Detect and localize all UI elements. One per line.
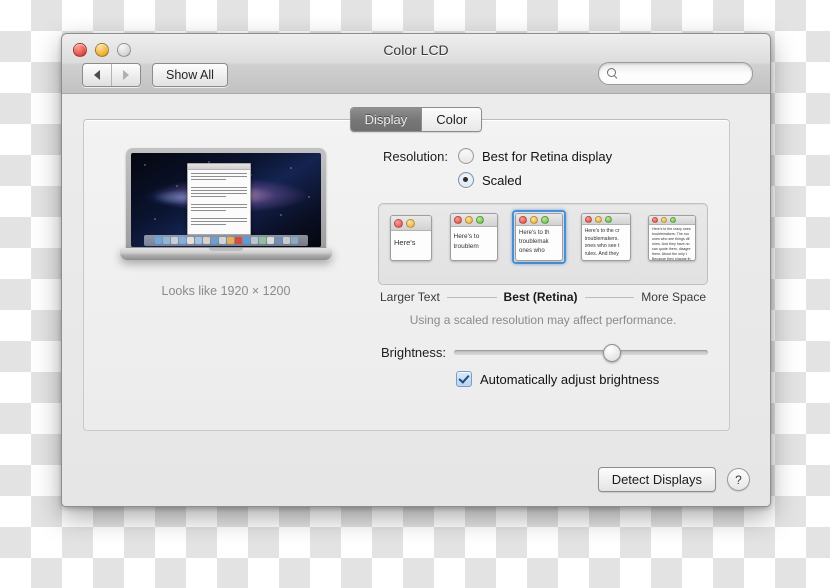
scale-label-best-retina: Best (Retina): [503, 290, 578, 304]
scale-label-larger-text: Larger Text: [380, 290, 440, 304]
window-title: Color LCD: [383, 42, 449, 58]
brightness-slider[interactable]: [454, 344, 708, 362]
window-titlebar[interactable]: Color LCD Show All: [62, 34, 770, 94]
search-icon: [607, 68, 618, 79]
preview-dock: [144, 235, 308, 246]
brightness-row: Brightness:: [362, 344, 708, 362]
scaled-resolution-chooser: Here's Here's to troublem Here's to th t…: [378, 203, 708, 304]
auto-brightness-checkbox[interactable]: [456, 371, 472, 387]
thumb2-line1: Here's to: [453, 233, 480, 240]
display-preferences-window: Color LCD Show All Display Color Looks l…: [61, 33, 771, 507]
looks-like-label: Looks like 1920 × 1200: [161, 284, 291, 298]
radio-best-for-retina-label: Best for Retina display: [482, 148, 613, 164]
display-settings-panel: Looks like 1920 × 1200 Resolution: Best …: [83, 119, 730, 431]
thumb4-line3: ones who see t: [584, 243, 620, 249]
brightness-slider-thumb[interactable]: [603, 344, 622, 362]
thumb3-line3: ones who: [519, 248, 545, 254]
radio-scaled-label: Scaled: [482, 172, 522, 188]
scale-rule-left: [446, 296, 497, 298]
brightness-slider-track[interactable]: [454, 350, 708, 355]
thumb3-line2: troublemak: [519, 239, 549, 245]
navigation-buttons: [82, 63, 141, 87]
forward-arrow-icon: [123, 70, 129, 80]
scaled-option-2[interactable]: Here's to troublem: [447, 210, 501, 264]
screenshot-canvas: Color LCD Show All Display Color Looks l…: [0, 0, 830, 588]
show-all-label: Show All: [166, 68, 214, 82]
tab-color[interactable]: Color: [421, 108, 482, 131]
resolution-label-spacer: [362, 172, 448, 173]
thumb1-line1: Here's: [394, 238, 416, 247]
search-input[interactable]: [623, 65, 742, 82]
macbook-illustration: [120, 148, 332, 268]
tab-bar: Display Color: [62, 107, 770, 132]
resolution-label: Resolution:: [382, 149, 448, 164]
window-body: Display Color Looks like 1920 × 1200 Res…: [62, 94, 770, 506]
radio-best-for-retina-control[interactable]: [458, 148, 474, 164]
back-arrow-icon: [94, 70, 100, 80]
scaled-option-larger-text[interactable]: Here's: [387, 212, 435, 264]
auto-brightness-label: Automatically adjust brightness: [480, 371, 660, 387]
help-button[interactable]: ?: [727, 468, 750, 491]
resolution-row-2: Scaled: [362, 172, 708, 188]
tab-display[interactable]: Display: [350, 108, 422, 131]
performance-note: Using a scaled resolution may affect per…: [409, 313, 677, 327]
thumb4-line1: Here's to the cr: [584, 228, 620, 234]
scale-axis-labels: Larger Text Best (Retina) More Space: [379, 290, 707, 304]
search-field[interactable]: [598, 62, 753, 85]
display-controls: Resolution: Best for Retina display Scal…: [362, 148, 708, 387]
detect-displays-button[interactable]: Detect Displays: [597, 467, 716, 492]
tab-color-label: Color: [436, 112, 468, 127]
scale-label-more-space: More Space: [641, 290, 706, 304]
display-preview: Looks like 1920 × 1200: [106, 148, 346, 298]
tab-display-label: Display: [364, 112, 408, 127]
laptop-lid: [126, 148, 326, 252]
laptop-screen: [131, 153, 321, 247]
thumb3-line1: Here's to th: [519, 230, 550, 236]
radio-best-for-retina[interactable]: Best for Retina display: [458, 148, 612, 164]
thumb4-line2: troublemakers.: [584, 235, 619, 242]
auto-brightness-checkbox-row[interactable]: Automatically adjust brightness: [456, 371, 708, 387]
preview-document-text: [188, 170, 250, 230]
thumb2-line2: troublem: [453, 243, 479, 250]
scale-rule-right: [584, 296, 635, 298]
scaled-option-best-retina[interactable]: Here's to th troublemak ones who: [512, 210, 566, 264]
preview-document-window: [187, 163, 251, 235]
show-all-button[interactable]: Show All: [152, 63, 228, 87]
scaled-thumbnail-list: Here's Here's to troublem Here's to th t…: [387, 210, 699, 264]
thumb5-line7: Because they change th: [652, 257, 691, 261]
scaled-option-4[interactable]: Here's to the cr troublemakers. ones who…: [578, 210, 634, 264]
thumb4-line4: rules. And they: [584, 250, 619, 257]
forward-button[interactable]: [111, 64, 140, 86]
radio-scaled-control[interactable]: [458, 172, 474, 188]
resolution-row-1: Resolution: Best for Retina display: [362, 148, 708, 164]
laptop-base: [120, 248, 332, 260]
scaled-option-more-space[interactable]: Here's to the crazy ones troublemakers. …: [645, 212, 699, 264]
laptop-notch: [209, 248, 243, 251]
tab-group: Display Color: [349, 107, 483, 132]
window-footer: Detect Displays ?: [597, 467, 750, 492]
help-icon: ?: [735, 472, 742, 487]
detect-displays-label: Detect Displays: [611, 472, 702, 487]
radio-scaled[interactable]: Scaled: [458, 172, 522, 188]
brightness-label: Brightness:: [380, 345, 447, 360]
back-button[interactable]: [83, 64, 111, 86]
